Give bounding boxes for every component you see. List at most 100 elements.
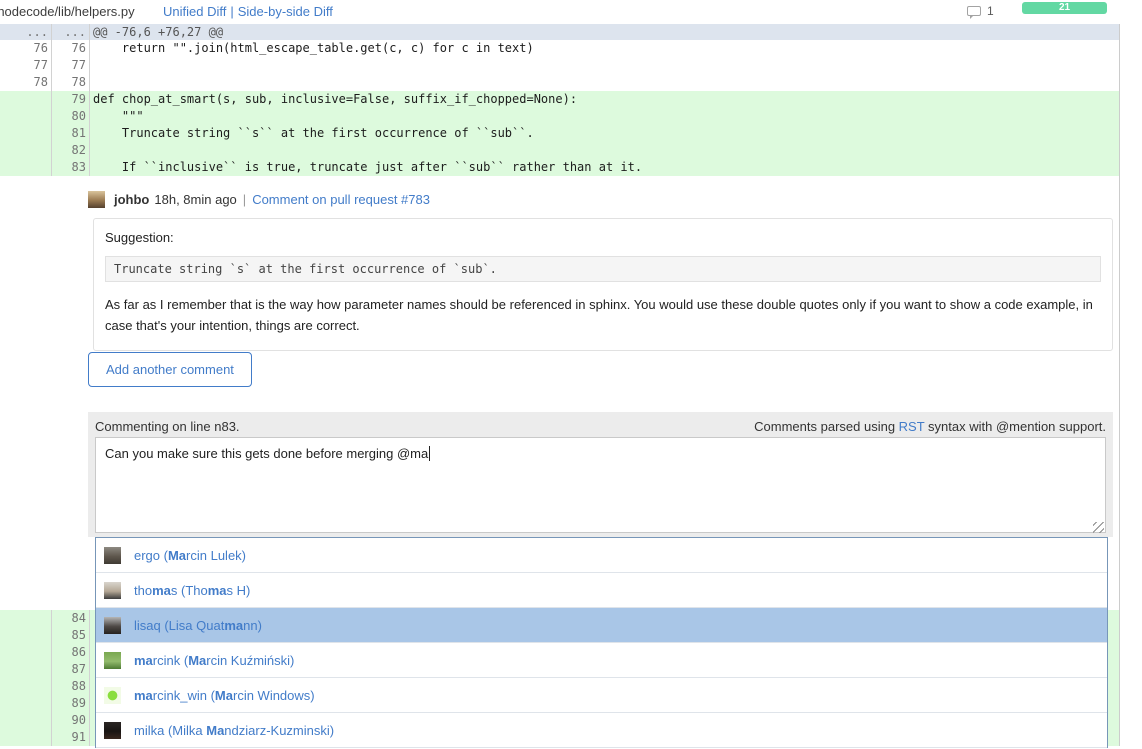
code-line: If ``inclusive`` is true, truncate just … — [90, 159, 1119, 176]
old-line-number — [0, 142, 52, 159]
hunk-header-row: ... ... @@ -76,6 +76,27 @@ — [0, 24, 1119, 40]
mention-item-milka[interactable]: milka (Milka Mandziarz-Kuzminski) — [96, 713, 1107, 748]
comment-intro: Suggestion: — [105, 230, 1101, 245]
comment-count: 1 — [987, 4, 994, 18]
new-line-number[interactable]: 91 — [52, 729, 90, 746]
diff-lines-top: 7676 return "".join(html_escape_table.ge… — [0, 40, 1119, 176]
new-line-number[interactable]: 83 — [52, 159, 90, 176]
hunk-header-text: @@ -76,6 +76,27 @@ — [90, 24, 1119, 40]
hunk-new-mark: ... — [52, 24, 90, 40]
old-line-number: 76 — [0, 40, 52, 57]
diff-view-switcher: Unified Diff | Side-by-side Diff — [163, 4, 333, 19]
diff-line-row: 82 — [0, 142, 1119, 159]
comment-body: Suggestion: Truncate string `s` at the f… — [93, 218, 1113, 351]
new-line-number[interactable]: 80 — [52, 108, 90, 125]
mention-item-lisaq[interactable]: lisaq (Lisa Quatmann) — [96, 608, 1107, 643]
new-line-number[interactable]: 88 — [52, 678, 90, 695]
avatar — [104, 617, 121, 634]
old-line-number — [0, 661, 52, 678]
new-line-number[interactable]: 76 — [52, 40, 90, 57]
old-line-number — [0, 678, 52, 695]
textarea-resize-grip[interactable] — [1093, 522, 1104, 533]
new-line-number[interactable]: 89 — [52, 695, 90, 712]
links-separator: | — [230, 4, 233, 19]
mention-item-label: milka (Milka Mandziarz-Kuzminski) — [134, 723, 334, 738]
comment-form: Commenting on line n83. Comments parsed … — [88, 412, 1113, 537]
pull-request-link[interactable]: Comment on pull request #783 — [252, 192, 430, 207]
comment-draft-text: Can you make sure this gets done before … — [105, 446, 428, 461]
comment-help-text: Comments parsed using RST syntax with @m… — [754, 419, 1106, 434]
old-line-number: 78 — [0, 74, 52, 91]
mention-item-ergo[interactable]: ergo (Marcin Lulek) — [96, 538, 1107, 573]
add-another-comment-button[interactable]: Add another comment — [88, 352, 252, 387]
mention-item-label: marcink_win (Marcin Windows) — [134, 688, 315, 703]
old-line-number — [0, 644, 52, 661]
mention-item-thomas[interactable]: thomas (Thomas H) — [96, 573, 1107, 608]
old-line-number — [0, 91, 52, 108]
mention-item-label: lisaq (Lisa Quatmann) — [134, 618, 262, 633]
text-caret — [429, 446, 430, 461]
comment-timestamp: 18h, 8min ago — [154, 192, 236, 207]
diff-stat-bar: 21 — [1022, 2, 1107, 14]
mention-item-label: thomas (Thomas H) — [134, 583, 250, 598]
code-line: return "".join(html_escape_table.get(c, … — [90, 40, 1119, 57]
old-line-number — [0, 108, 52, 125]
new-line-number[interactable]: 77 — [52, 57, 90, 74]
mention-autocomplete-dropdown: ergo (Marcin Lulek) thomas (Thomas H) lisa… — [95, 537, 1108, 748]
help-prefix: Comments parsed using — [754, 419, 899, 434]
new-line-number[interactable]: 86 — [52, 644, 90, 661]
code-line — [90, 57, 1119, 74]
old-line-number — [0, 712, 52, 729]
help-suffix: syntax with @mention support. — [924, 419, 1106, 434]
avatar — [104, 722, 121, 739]
comment-header: johbo 18h, 8min ago | Comment on pull re… — [88, 191, 430, 208]
avatar — [104, 582, 121, 599]
old-line-number — [0, 729, 52, 746]
diff-line-row: 7777 — [0, 57, 1119, 74]
avatar — [104, 687, 121, 704]
avatar — [104, 652, 121, 669]
code-line: """ — [90, 108, 1119, 125]
diff-line-row: 83 If ``inclusive`` is true, truncate ju… — [0, 159, 1119, 176]
new-line-number[interactable]: 82 — [52, 142, 90, 159]
avatar — [104, 547, 121, 564]
new-line-number[interactable]: 90 — [52, 712, 90, 729]
old-line-number — [0, 610, 52, 627]
old-line-number — [0, 159, 52, 176]
mention-item-label: ergo (Marcin Lulek) — [134, 548, 246, 563]
new-line-number[interactable]: 85 — [52, 627, 90, 644]
diff-toolbar: rhodecode/lib/helpers.py Unified Diff | Si… — [0, 0, 1142, 24]
avatar — [88, 191, 105, 208]
comment-header-separator: | — [243, 192, 246, 207]
comment-code-block: Truncate string `s` at the first occurre… — [105, 256, 1101, 282]
new-line-number[interactable]: 87 — [52, 661, 90, 678]
old-line-number — [0, 627, 52, 644]
new-line-number[interactable]: 78 — [52, 74, 90, 91]
mention-item-marcink_win[interactable]: marcink_win (Marcin Windows) — [96, 678, 1107, 713]
diff-line-row: 7878 — [0, 74, 1119, 91]
unified-diff-link[interactable]: Unified Diff — [163, 4, 226, 19]
old-line-number — [0, 125, 52, 142]
commenting-on-label: Commenting on line n83. — [95, 419, 240, 434]
code-line — [90, 74, 1119, 91]
code-line — [90, 142, 1119, 159]
file-path: rhodecode/lib/helpers.py — [0, 4, 135, 19]
comment-form-header: Commenting on line n83. Comments parsed … — [88, 412, 1113, 438]
diff-line-row: 79def chop_at_smart(s, sub, inclusive=Fa… — [0, 91, 1119, 108]
diff-line-row: 81 Truncate string ``s`` at the first oc… — [0, 125, 1119, 142]
mention-item-label: marcink (Marcin Kuźmiński) — [134, 653, 294, 668]
new-line-number[interactable]: 79 — [52, 91, 90, 108]
comment-paragraph: As far as I remember that is the way how… — [105, 294, 1101, 336]
comment-bubble-icon — [967, 6, 981, 16]
diff-line-row: 80 """ — [0, 108, 1119, 125]
new-line-number[interactable]: 84 — [52, 610, 90, 627]
code-line: Truncate string ``s`` at the first occur… — [90, 125, 1119, 142]
comment-author: johbo — [114, 192, 149, 207]
comment-textarea[interactable]: Can you make sure this gets done before … — [95, 437, 1106, 533]
side-by-side-diff-link[interactable]: Side-by-side Diff — [238, 4, 333, 19]
mention-item-marcink[interactable]: marcink (Marcin Kuźmiński) — [96, 643, 1107, 678]
rst-link[interactable]: RST — [899, 419, 925, 434]
code-line: def chop_at_smart(s, sub, inclusive=Fals… — [90, 91, 1119, 108]
new-line-number[interactable]: 81 — [52, 125, 90, 142]
comment-counter: 1 — [967, 4, 994, 18]
